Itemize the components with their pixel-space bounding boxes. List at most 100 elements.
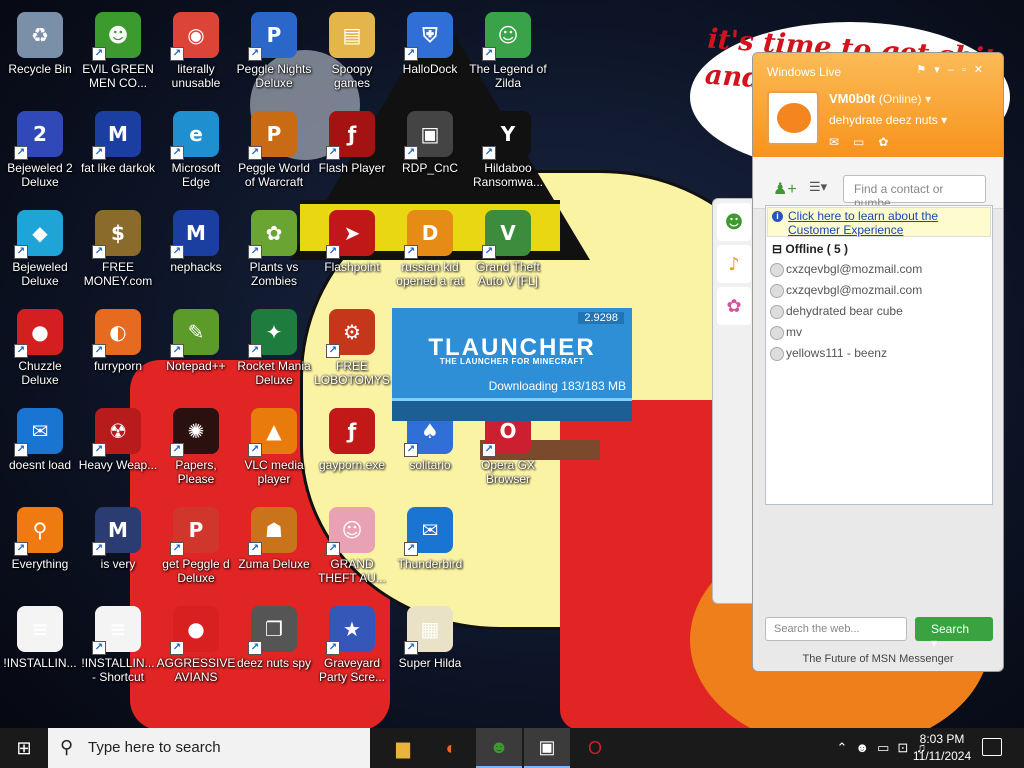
desktop-icon[interactable]: ● ↗ AGGRESSIVE AVIANS bbox=[156, 600, 236, 696]
peggle-icon: P ↗ bbox=[248, 12, 297, 61]
desktop-icon[interactable]: ⚲ ↗ Everything bbox=[0, 501, 80, 597]
desktop-icon[interactable]: ● ↗ Chuzzle Deluxe bbox=[0, 303, 80, 399]
desktop-icon-label: Rocket Mania Deluxe bbox=[237, 359, 311, 387]
desktop-icon[interactable]: ⚙ ↗ FREE LOBOTOMYS bbox=[312, 303, 392, 399]
desktop-icon[interactable]: 2 ↗ Bejeweled 2 Deluxe bbox=[0, 105, 80, 201]
desktop-icon[interactable]: $ ↗ FREE MONEY.com bbox=[78, 204, 158, 300]
personal-message[interactable]: dehydrate deez nuts ▾ bbox=[829, 113, 947, 127]
zelda-icon: ☺ ↗ bbox=[482, 12, 531, 61]
desktop-icon[interactable]: ☢ ↗ Heavy Weap... bbox=[78, 402, 158, 498]
web-search-input[interactable]: Search the web... bbox=[765, 617, 907, 641]
desktop-icon-label: gayporn.exe bbox=[318, 458, 386, 472]
papers-please-icon: ✺ ↗ bbox=[170, 408, 219, 457]
username[interactable]: VM0b0t (Online) ▾ bbox=[829, 91, 931, 106]
flashpoint-icon: ➤ ↗ bbox=[326, 210, 375, 259]
desktop-icon[interactable]: ☻ ↗ EVIL GREEN MEN CO... bbox=[78, 6, 158, 102]
contacts-tab[interactable]: ☻ bbox=[717, 203, 751, 241]
desktop-icon[interactable]: ▤ Spoopy games bbox=[312, 6, 392, 102]
group-offline[interactable]: ⊟ Offline ( 5 ) bbox=[766, 238, 992, 260]
desktop-icon[interactable]: M ↗ is very bbox=[78, 501, 158, 597]
desktop-icon-label: is very bbox=[100, 557, 136, 571]
start-button[interactable]: ⊞ bbox=[0, 728, 48, 768]
desktop-icon[interactable]: ✺ ↗ Papers, Please bbox=[156, 402, 236, 498]
desktop-icon[interactable]: ✦ ↗ Rocket Mania Deluxe bbox=[234, 303, 314, 399]
desktop-icon[interactable]: ☺ ↗ The Legend of Zilda bbox=[468, 6, 548, 102]
contact-item[interactable]: cxzqevbgl@mozmail.com bbox=[766, 260, 992, 281]
notification-center-icon[interactable] bbox=[982, 738, 1002, 756]
contact-item[interactable]: cxzqevbgl@mozmail.com bbox=[766, 281, 992, 302]
bejeweled-gem-icon: ◆ ↗ bbox=[14, 210, 63, 259]
mpl-icon: M ↗ bbox=[92, 111, 141, 160]
desktop-icon-label: Peggle World of Warcraft bbox=[238, 161, 310, 189]
status-text[interactable]: (Online) bbox=[879, 92, 922, 106]
desktop-icon[interactable]: M ↗ fat like darkok bbox=[78, 105, 158, 201]
taskbar-search[interactable]: ⚲ Type here to search bbox=[48, 728, 370, 768]
desktop-icon[interactable]: ➤ ↗ Flashpoint bbox=[312, 204, 392, 300]
alerts-tab[interactable]: ♪ bbox=[717, 245, 751, 283]
desktop-icon-label: Bejeweled Deluxe bbox=[12, 260, 68, 288]
tlauncher-progress-bar bbox=[392, 398, 632, 421]
clock[interactable]: 8:03 PM 11/11/2024 bbox=[910, 731, 974, 765]
customer-experience-link[interactable]: Click here to learn about theCustomer Ex… bbox=[767, 207, 991, 237]
desktop-icon[interactable]: M ↗ nephacks bbox=[156, 204, 236, 300]
file-explorer-icon[interactable]: ▆ bbox=[380, 728, 426, 768]
desktop-icon[interactable]: Y ↗ Hildaboo Ransomwa... bbox=[468, 105, 548, 201]
find-contact-input[interactable]: Find a contact or numbe bbox=[843, 175, 986, 210]
desktop-icon[interactable]: ✉ ↗ Thunderbird bbox=[390, 501, 470, 597]
msn-messenger-icon[interactable]: ☻ bbox=[476, 728, 522, 768]
view-options-icon[interactable]: ☰▾ bbox=[809, 179, 827, 195]
desktop-icon-label: Papers, Please bbox=[175, 458, 217, 486]
contact-item[interactable]: dehydrated bear cube bbox=[766, 302, 992, 323]
desktop-icon[interactable]: D ↗ russian kid opened a rat bbox=[390, 204, 470, 300]
desktop-icon[interactable]: ◆ ↗ Bejeweled Deluxe bbox=[0, 204, 80, 300]
desktop-icon[interactable]: ◉ ↗ literally unusable bbox=[156, 6, 236, 102]
desktop-icon[interactable]: ▦ ↗ Super Hilda bbox=[390, 600, 470, 696]
contact-item[interactable]: yellows111 - beenz bbox=[766, 344, 992, 365]
desktop-icon[interactable]: ≡ !INSTALLIN... bbox=[0, 600, 80, 696]
shortcut-arrow-icon: ↗ bbox=[170, 245, 184, 259]
mail-icon[interactable]: ✉▭✿ bbox=[829, 135, 902, 149]
add-contact-icon[interactable]: ♟+ bbox=[773, 179, 797, 199]
tlauncher-icon[interactable]: ▣ bbox=[524, 728, 570, 768]
opera-icon[interactable]: O bbox=[572, 728, 618, 768]
desktop-icon[interactable]: ƒ ↗ Flash Player bbox=[312, 105, 392, 201]
desktop-icon[interactable]: ≡ ↗ !INSTALLIN... - Shortcut bbox=[78, 600, 158, 696]
desktop-icon-label: EVIL GREEN MEN CO... bbox=[82, 62, 154, 90]
desktop-icon[interactable]: P ↗ get Peggle d Deluxe bbox=[156, 501, 236, 597]
shortcut-arrow-icon: ↗ bbox=[14, 443, 28, 457]
desktop-icon[interactable]: V ↗ Grand Theft Auto V [FL] bbox=[468, 204, 548, 300]
shortcut-arrow-icon: ↗ bbox=[170, 443, 184, 457]
desktop-icon[interactable]: ✉ ↗ doesnt load bbox=[0, 402, 80, 498]
desktop-icon[interactable]: ▲ ↗ VLC media player bbox=[234, 402, 314, 498]
firefox-icon[interactable]: ◐ bbox=[428, 728, 474, 768]
tlauncher-splash[interactable]: 2.9298 TLAUNCHER THE LAUNCHER FOR MINECR… bbox=[392, 308, 632, 421]
window-controls[interactable]: ⚑▾–▫✕ bbox=[916, 63, 991, 76]
desktop-icon[interactable]: P ↗ Peggle World of Warcraft bbox=[234, 105, 314, 201]
desktop-icon-label: nephacks bbox=[170, 260, 222, 274]
voted-sticker-icon: ★ ↗ bbox=[326, 606, 375, 655]
desktop-icon[interactable]: ◐ ↗ furryporn bbox=[78, 303, 158, 399]
desktop-icon-label: Spoopy games bbox=[331, 62, 373, 90]
desktop-icon[interactable]: ▣ ↗ RDP_CnC bbox=[390, 105, 470, 201]
pictures-tab[interactable]: ✿ bbox=[717, 287, 751, 325]
desktop-icon[interactable]: ☗ ↗ Zuma Deluxe bbox=[234, 501, 314, 597]
desktop-icon[interactable]: ✿ ↗ Plants vs Zombies bbox=[234, 204, 314, 300]
desktop-icon[interactable]: ★ ↗ Graveyard Party Scre... bbox=[312, 600, 392, 696]
desktop-icon[interactable]: ƒ gayporn.exe bbox=[312, 402, 392, 498]
desktop-icon[interactable]: ❐ ↗ deez nuts spy bbox=[234, 600, 314, 696]
bell-icon: ♪ bbox=[728, 253, 740, 275]
contact-item[interactable]: mv bbox=[766, 323, 992, 344]
avatar[interactable] bbox=[767, 91, 819, 145]
desktop-icon[interactable]: ♻ Recycle Bin bbox=[0, 6, 80, 102]
windows-shield-icon: ⛨ ↗ bbox=[404, 12, 453, 61]
desktop-icon[interactable]: e ↗ Microsoft Edge bbox=[156, 105, 236, 201]
vlc-icon: ▲ ↗ bbox=[248, 408, 297, 457]
desktop-icon[interactable]: ☺ ↗ GRAND THEFT AU... bbox=[312, 501, 392, 597]
desktop-icon-label: The Legend of Zilda bbox=[469, 62, 547, 90]
yashma-icon: Y ↗ bbox=[482, 111, 531, 160]
search-button[interactable]: Search ▾ bbox=[915, 617, 993, 650]
desktop-icon[interactable]: P ↗ Peggle Nights Deluxe bbox=[234, 6, 314, 102]
desktop-icon-label: FREE LOBOTOMYS bbox=[314, 359, 390, 387]
desktop-icon[interactable]: ⛨ ↗ HalloDock bbox=[390, 6, 470, 102]
desktop-icon[interactable]: ✎ ↗ Notepad++ bbox=[156, 303, 236, 399]
